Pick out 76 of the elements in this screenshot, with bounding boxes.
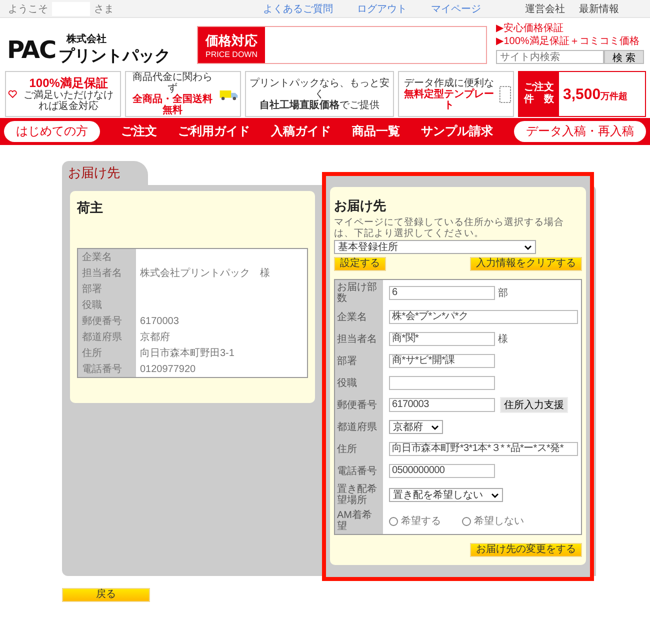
nav-link[interactable]: 入稿ガイド bbox=[271, 123, 331, 140]
form-label: 住所 bbox=[335, 438, 383, 460]
form-label: 郵便番号 bbox=[335, 394, 383, 416]
dropdown[interactable]: 京都府 bbox=[389, 420, 443, 434]
table-label: 役職 bbox=[78, 297, 136, 313]
table-label: 企業名 bbox=[78, 248, 136, 265]
card-title: 荷主 bbox=[77, 199, 104, 217]
price-banner: 価格対応 PRICE DOWN bbox=[197, 26, 487, 64]
unit-label: 部 bbox=[498, 286, 508, 300]
search-field[interactable]: サイト内検索 bbox=[496, 50, 604, 64]
guarantee-link[interactable]: ▶100%満足保証＋コミコミ価格 bbox=[496, 35, 644, 48]
header-link[interactable]: 運営会社 bbox=[525, 2, 565, 16]
nav-link[interactable]: ご注文 bbox=[121, 123, 157, 140]
table-cell: 0120977920 bbox=[136, 361, 308, 378]
address-lookup-button[interactable]: 住所入力支援 bbox=[500, 397, 568, 413]
form-label: 企業名 bbox=[335, 306, 383, 328]
table-cell: 6170003 bbox=[136, 313, 308, 329]
table-label: 電話番号 bbox=[78, 361, 136, 378]
input-field[interactable]: 0500000000 bbox=[389, 464, 495, 478]
back-button[interactable]: 戻る bbox=[62, 588, 150, 602]
nav-link[interactable]: はじめての方 bbox=[4, 121, 100, 142]
promo-banner[interactable]: 商品代金に関わらず 全商品・全国送料無料 bbox=[125, 71, 241, 117]
header-link[interactable]: マイページ bbox=[431, 2, 481, 16]
table-cell: 向日市森本町野田3-1 bbox=[136, 345, 308, 361]
header-link[interactable]: よくあるご質問 bbox=[263, 2, 333, 16]
radio-option[interactable]: 希望する bbox=[389, 514, 441, 528]
card-title: お届け先 bbox=[334, 197, 387, 215]
chevron-icon bbox=[491, 492, 499, 498]
input-field[interactable]: 向日市森本町野*3*1本*３* *品*ー*ス*発* bbox=[389, 442, 578, 456]
nav-link[interactable]: データ入稿・再入稿 bbox=[514, 121, 646, 142]
address-dropdown[interactable]: 基本登録住所 bbox=[334, 240, 536, 254]
input-field[interactable]: 6 bbox=[389, 286, 495, 300]
nav-link[interactable]: 商品一覧 bbox=[352, 123, 400, 140]
table-cell: 株式会社プリントパック 様 bbox=[136, 265, 308, 281]
table-label: 部署 bbox=[78, 281, 136, 297]
truck-icon bbox=[218, 88, 238, 100]
welcome-text: ようこそ bbox=[8, 2, 48, 16]
input-field[interactable]: 商*サ*ビ*開*課 bbox=[389, 354, 495, 368]
header-link[interactable]: ログアウト bbox=[357, 2, 407, 16]
document-icon bbox=[498, 84, 511, 104]
change-address-button[interactable]: お届け先の変更をする bbox=[470, 543, 582, 557]
heart-icon bbox=[8, 88, 18, 100]
dropdown[interactable]: 置き配を希望しない bbox=[389, 488, 503, 502]
promo-banner[interactable]: プリントパックなら、もっと安く 自社工場直販価格でご提供 bbox=[245, 71, 394, 117]
chevron-icon bbox=[431, 424, 439, 430]
promo-banner[interactable]: 100%満足保証 ご満足いただけなければ返金対応 bbox=[5, 71, 121, 117]
unit-label: 様 bbox=[498, 332, 508, 346]
form-label: AM着希望 bbox=[335, 508, 383, 534]
form-label: 置き配希望場所 bbox=[335, 482, 383, 508]
header-link[interactable]: 最新情報 bbox=[579, 2, 619, 16]
form-label: 役職 bbox=[335, 372, 383, 394]
input-field[interactable]: 商*関* bbox=[389, 332, 495, 346]
form-label: お届け部数 bbox=[335, 280, 383, 306]
honorific-text: さま bbox=[94, 2, 114, 16]
table-cell: 京都府 bbox=[136, 329, 308, 345]
input-field[interactable]: 株*会*ブ*ン*パ*ク bbox=[389, 310, 578, 324]
instruction-text: マイページにて登録している住所から選択する場合は、下記より選択してください。 bbox=[334, 217, 565, 239]
nav-link[interactable]: サンプル請求 bbox=[421, 123, 493, 140]
input-field[interactable]: 6170003 bbox=[389, 398, 495, 412]
table-label: 郵便番号 bbox=[78, 313, 136, 329]
table-label: 担当者名 bbox=[78, 265, 136, 281]
guarantee-link[interactable]: ▶安心価格保証 bbox=[496, 22, 644, 35]
table-label: 都道府県 bbox=[78, 329, 136, 345]
promo-banner[interactable]: データ作成に便利な 無料定型テンプレート bbox=[398, 71, 514, 117]
nav-link[interactable]: ご利用ガイド bbox=[178, 123, 250, 140]
table-label: 住所 bbox=[78, 345, 136, 361]
form-label: 担当者名 bbox=[335, 328, 383, 350]
form-label: 電話番号 bbox=[335, 460, 383, 482]
input-field[interactable] bbox=[389, 376, 495, 390]
form-label: 部署 bbox=[335, 350, 383, 372]
radio-option[interactable]: 希望しない bbox=[462, 514, 524, 528]
chevron-icon bbox=[524, 244, 532, 250]
form-label: 都道府県 bbox=[335, 416, 383, 438]
clear-button[interactable]: 入力情報をクリアする bbox=[470, 257, 582, 271]
set-button[interactable]: 設定する bbox=[334, 257, 386, 271]
search-button[interactable]: 検 索 bbox=[604, 50, 644, 64]
